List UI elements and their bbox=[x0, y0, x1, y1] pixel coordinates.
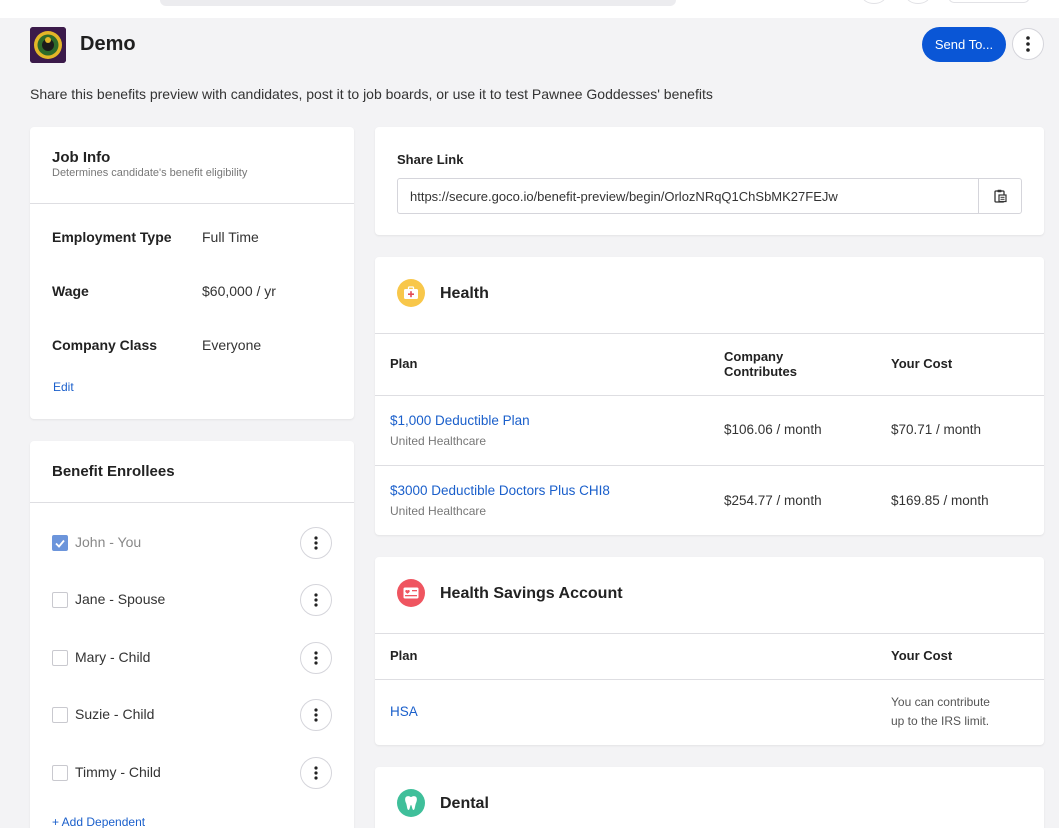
add-dependent-link[interactable]: + Add Dependent bbox=[52, 815, 145, 828]
employment-type-value: Full Time bbox=[202, 229, 259, 245]
enrollee-menu-button[interactable] bbox=[300, 527, 332, 559]
enrollee-checkbox[interactable] bbox=[52, 650, 68, 666]
wage-value: $60,000 / yr bbox=[202, 283, 276, 299]
job-info-subtitle: Determines candidate's benefit eligibili… bbox=[52, 167, 248, 179]
employment-type-label: Employment Type bbox=[52, 229, 172, 245]
medical-kit-icon bbox=[397, 279, 425, 307]
share-link-input[interactable]: https://secure.goco.io/benefit-preview/b… bbox=[397, 178, 979, 214]
your-cost-header: Your Cost bbox=[891, 648, 953, 663]
health-title: Health bbox=[440, 285, 489, 302]
hsa-card: Health Savings Account Plan Your Cost HS… bbox=[375, 557, 1044, 745]
checkmark-icon bbox=[55, 539, 65, 548]
edit-job-info-link[interactable]: Edit bbox=[53, 380, 74, 394]
enrollee-checkbox[interactable] bbox=[52, 592, 68, 608]
job-info-title: Job Info bbox=[52, 149, 111, 166]
health-card: Health Plan Company Contributes Your Cos… bbox=[375, 257, 1044, 535]
enrollee-menu-button[interactable] bbox=[300, 584, 332, 616]
kebab-icon bbox=[314, 651, 318, 665]
benefit-enrollees-card: Benefit Enrollees John - You Jane - Spou… bbox=[30, 441, 354, 828]
your-cost: $169.85 / month bbox=[891, 493, 989, 508]
more-options-button[interactable] bbox=[1012, 28, 1044, 60]
kebab-icon bbox=[314, 536, 318, 550]
top-bar bbox=[0, 0, 1059, 18]
hsa-title: Health Savings Account bbox=[440, 585, 623, 602]
dental-card: Dental bbox=[375, 767, 1044, 828]
plan-column-header: Plan bbox=[390, 356, 418, 371]
enrollee-checkbox[interactable] bbox=[52, 535, 68, 551]
kebab-icon bbox=[314, 766, 318, 780]
company-class-label: Company Class bbox=[52, 337, 158, 353]
plan-carrier: United Healthcare bbox=[390, 504, 487, 518]
kebab-icon bbox=[1026, 36, 1030, 52]
enrollee-menu-button[interactable] bbox=[300, 757, 332, 789]
enrollee-checkbox[interactable] bbox=[52, 707, 68, 723]
your-cost-header: Your Cost bbox=[891, 356, 953, 371]
global-search-input[interactable] bbox=[160, 0, 676, 6]
company-class-value: Everyone bbox=[202, 337, 262, 353]
kebab-icon bbox=[314, 593, 318, 607]
plan-link[interactable]: $1,000 Deductible Plan bbox=[390, 413, 530, 428]
account-menu[interactable] bbox=[948, 0, 1030, 3]
notifications-icon[interactable] bbox=[906, 0, 930, 4]
enrollee-name: Jane - Spouse bbox=[75, 591, 166, 607]
tooth-icon bbox=[397, 789, 425, 817]
send-to-button[interactable]: Send To... bbox=[922, 27, 1006, 62]
enrollee-name: Timmy - Child bbox=[75, 764, 161, 780]
dental-title: Dental bbox=[440, 795, 489, 812]
enrollee-menu-button[interactable] bbox=[300, 642, 332, 674]
hsa-plan-link[interactable]: HSA bbox=[390, 704, 418, 719]
page-title: Demo bbox=[80, 33, 136, 55]
plan-link[interactable]: $3000 Deductible Doctors Plus CHI8 bbox=[390, 483, 610, 498]
company-contribution: $106.06 / month bbox=[724, 422, 822, 437]
page-subtitle: Share this benefits preview with candida… bbox=[30, 86, 713, 102]
hsa-contribution-note: You can contribute up to the IRS limit. bbox=[891, 695, 990, 728]
job-info-card: Job Info Determines candidate's benefit … bbox=[30, 127, 354, 419]
company-contribution: $254.77 / month bbox=[724, 493, 822, 508]
clipboard-icon bbox=[994, 189, 1007, 203]
enrollee-menu-button[interactable] bbox=[300, 699, 332, 731]
company-logo bbox=[30, 27, 66, 63]
enrollee-name: John - You bbox=[75, 534, 142, 550]
kebab-icon bbox=[314, 708, 318, 722]
plan-column-header: Plan bbox=[390, 648, 418, 663]
share-link-label: Share Link bbox=[397, 152, 464, 167]
help-icon[interactable] bbox=[862, 0, 886, 4]
your-cost: $70.71 / month bbox=[891, 422, 982, 437]
copy-link-button[interactable] bbox=[978, 178, 1022, 214]
enrollee-name: Suzie - Child bbox=[75, 706, 155, 722]
enrollee-checkbox[interactable] bbox=[52, 765, 68, 781]
wage-label: Wage bbox=[52, 283, 89, 299]
company-contributes-header: Company Contributes bbox=[724, 349, 797, 379]
plan-carrier: United Healthcare bbox=[390, 434, 487, 448]
savings-card-icon bbox=[397, 579, 425, 607]
share-link-card: Share Link https://secure.goco.io/benefi… bbox=[375, 127, 1044, 235]
enrollees-title: Benefit Enrollees bbox=[52, 463, 175, 480]
enrollee-name: Mary - Child bbox=[75, 649, 151, 665]
